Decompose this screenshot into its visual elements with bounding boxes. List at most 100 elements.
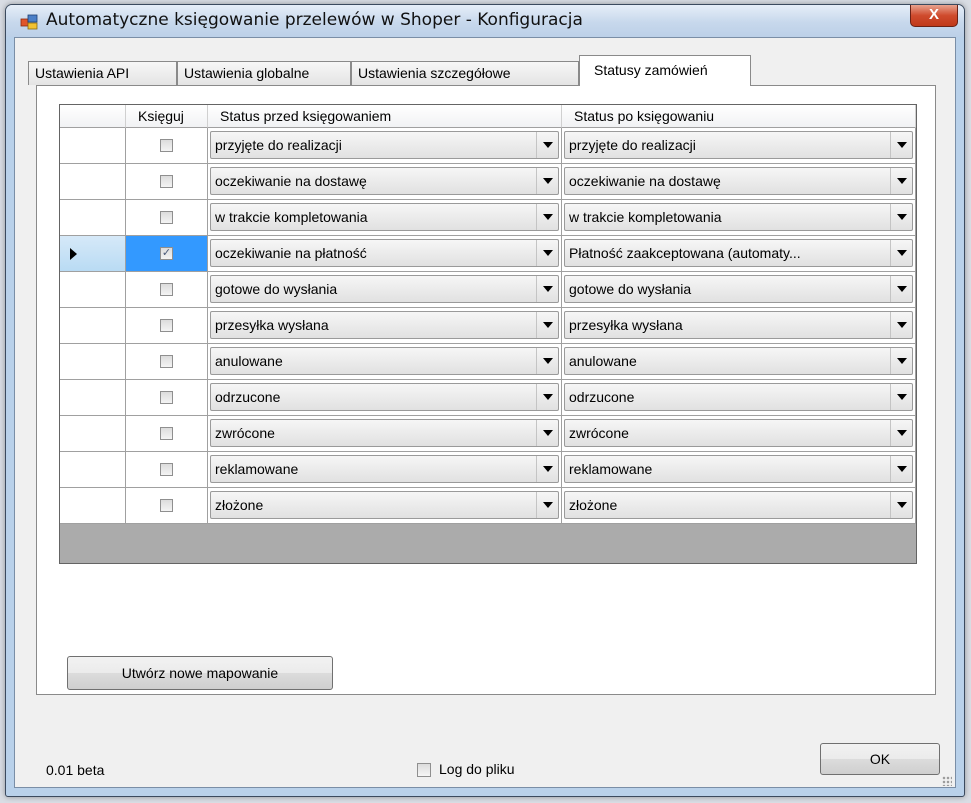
status-mapping-grid[interactable]: Księguj Status przed księgowaniem Status… <box>59 104 917 564</box>
status-after-combo[interactable]: reklamowane <box>564 455 913 483</box>
row-header[interactable] <box>60 488 126 524</box>
post-checkbox[interactable] <box>160 283 173 296</box>
chevron-down-icon[interactable] <box>536 276 558 302</box>
tab-api-settings[interactable]: Ustawienia API <box>28 61 177 85</box>
post-checkbox[interactable]: ✓ <box>160 247 173 260</box>
status-after-combo[interactable]: oczekiwanie na dostawę <box>564 167 913 195</box>
chevron-down-icon[interactable] <box>536 240 558 266</box>
chevron-down-icon[interactable] <box>890 312 912 338</box>
chevron-down-icon[interactable] <box>890 168 912 194</box>
status-before-combo[interactable]: reklamowane <box>210 455 559 483</box>
post-checkbox[interactable] <box>160 355 173 368</box>
post-checkbox[interactable] <box>160 175 173 188</box>
row-header[interactable] <box>60 344 126 380</box>
status-after-combo[interactable]: odrzucone <box>564 383 913 411</box>
resize-grip[interactable] <box>942 776 952 786</box>
chevron-down-icon[interactable] <box>890 492 912 518</box>
status-before-combo[interactable]: anulowane <box>210 347 559 375</box>
row-header[interactable] <box>60 452 126 488</box>
status-after-combo[interactable]: gotowe do wysłania <box>564 275 913 303</box>
tab-order-statuses[interactable]: Statusy zamówień <box>579 55 751 86</box>
post-checkbox[interactable] <box>160 211 173 224</box>
status-after-combo[interactable]: Płatność zaakceptowana (automaty... <box>564 239 913 267</box>
chevron-down-icon[interactable] <box>536 132 558 158</box>
post-checkbox[interactable] <box>160 319 173 332</box>
create-mapping-button[interactable]: Utwórz nowe mapowanie <box>67 656 333 690</box>
chevron-down-icon[interactable] <box>536 312 558 338</box>
chevron-down-icon[interactable] <box>890 204 912 230</box>
combo-value: anulowane <box>569 353 637 369</box>
combo-value: złożone <box>215 497 264 513</box>
chevron-down-icon[interactable] <box>536 420 558 446</box>
row-header[interactable] <box>60 164 126 200</box>
chevron-down-icon[interactable] <box>890 132 912 158</box>
row-header[interactable] <box>60 308 126 344</box>
chevron-down-icon[interactable] <box>890 240 912 266</box>
column-header-status-before[interactable]: Status przed księgowaniem <box>208 105 562 128</box>
status-before-combo[interactable]: oczekiwanie na dostawę <box>210 167 559 195</box>
table-row[interactable]: przesyłka wysłana przesyłka wysłana <box>60 308 916 344</box>
table-row[interactable]: zwrócone zwrócone <box>60 416 916 452</box>
chevron-down-icon[interactable] <box>536 204 558 230</box>
table-row[interactable]: ✓ oczekiwanie na płatność Płatność zaakcep… <box>60 236 916 272</box>
row-header[interactable] <box>60 236 126 272</box>
post-checkbox[interactable] <box>160 427 173 440</box>
row-header[interactable] <box>60 416 126 452</box>
post-checkbox[interactable] <box>160 139 173 152</box>
table-row[interactable]: anulowane anulowane <box>60 344 916 380</box>
chevron-down-icon[interactable] <box>536 168 558 194</box>
status-after-combo[interactable]: w trakcie kompletowania <box>564 203 913 231</box>
grid-header-row: Księguj Status przed księgowaniem Status… <box>60 105 916 128</box>
chevron-down-icon[interactable] <box>536 456 558 482</box>
table-row[interactable]: złożone złożone <box>60 488 916 524</box>
status-before-combo[interactable]: złożone <box>210 491 559 519</box>
combo-value: zwrócone <box>215 425 275 441</box>
chevron-down-icon[interactable] <box>890 276 912 302</box>
chevron-down-icon[interactable] <box>890 384 912 410</box>
column-header-status-after[interactable]: Status po księgowaniu <box>562 105 916 128</box>
status-before-combo[interactable]: zwrócone <box>210 419 559 447</box>
chevron-down-icon[interactable] <box>536 384 558 410</box>
status-after-combo[interactable]: zwrócone <box>564 419 913 447</box>
row-header[interactable] <box>60 200 126 236</box>
close-icon: X <box>928 6 939 23</box>
row-header[interactable] <box>60 380 126 416</box>
chevron-down-icon[interactable] <box>890 456 912 482</box>
chevron-down-icon[interactable] <box>536 492 558 518</box>
status-after-combo[interactable]: złożone <box>564 491 913 519</box>
tab-detailed-settings[interactable]: Ustawienia szczegółowe <box>351 61 579 85</box>
table-row[interactable]: gotowe do wysłania gotowe do wysłania <box>60 272 916 308</box>
status-before-combo[interactable]: oczekiwanie na płatność <box>210 239 559 267</box>
status-before-combo[interactable]: przesyłka wysłana <box>210 311 559 339</box>
combo-value: reklamowane <box>569 461 653 477</box>
row-header[interactable] <box>60 128 126 164</box>
status-before-combo-cell: złożone <box>208 488 562 524</box>
column-header-post[interactable]: Księguj <box>126 105 208 128</box>
table-row[interactable]: oczekiwanie na dostawę oczekiwanie na dos… <box>60 164 916 200</box>
post-checkbox[interactable] <box>160 463 173 476</box>
status-after-combo[interactable]: anulowane <box>564 347 913 375</box>
chevron-down-icon[interactable] <box>890 348 912 374</box>
table-row[interactable]: odrzucone odrzucone <box>60 380 916 416</box>
table-row[interactable]: reklamowane reklamowane <box>60 452 916 488</box>
post-checkbox[interactable] <box>160 391 173 404</box>
table-row[interactable]: przyjęte do realizacji przyjęte do realiz… <box>60 128 916 164</box>
title-bar[interactable]: Automatyczne księgowanie przelewów w Sho… <box>6 5 964 37</box>
ok-button[interactable]: OK <box>820 743 940 775</box>
status-after-combo[interactable]: przyjęte do realizacji <box>564 131 913 159</box>
app-icon <box>20 14 38 30</box>
status-before-combo[interactable]: gotowe do wysłania <box>210 275 559 303</box>
log-to-file-checkbox[interactable] <box>417 763 431 777</box>
status-before-combo[interactable]: w trakcie kompletowania <box>210 203 559 231</box>
post-checkbox[interactable] <box>160 499 173 512</box>
tab-global-settings[interactable]: Ustawienia globalne <box>177 61 351 85</box>
status-after-combo-cell: przyjęte do realizacji <box>562 128 916 164</box>
table-row[interactable]: w trakcie kompletowania w trakcie komplet… <box>60 200 916 236</box>
status-after-combo[interactable]: przesyłka wysłana <box>564 311 913 339</box>
status-before-combo[interactable]: odrzucone <box>210 383 559 411</box>
close-button[interactable]: X <box>910 5 958 27</box>
row-header[interactable] <box>60 272 126 308</box>
chevron-down-icon[interactable] <box>890 420 912 446</box>
chevron-down-icon[interactable] <box>536 348 558 374</box>
status-before-combo[interactable]: przyjęte do realizacji <box>210 131 559 159</box>
